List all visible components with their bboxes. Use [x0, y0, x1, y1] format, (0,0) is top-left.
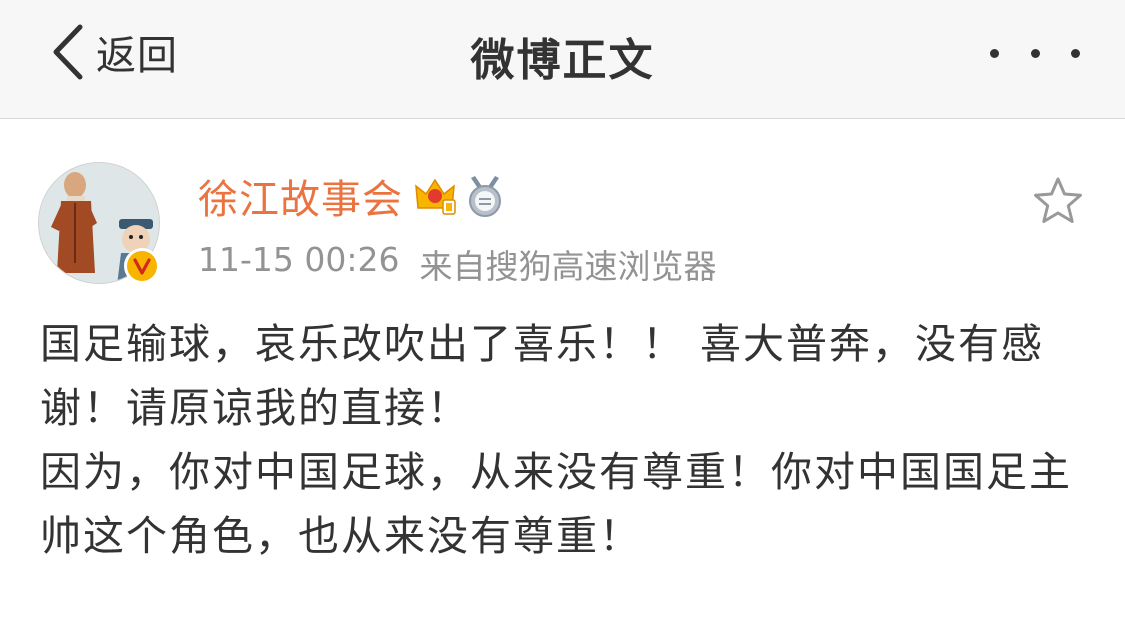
top-navigation-bar: 返回 微博正文	[0, 0, 1125, 119]
answer-medal-icon[interactable]	[465, 174, 505, 218]
post-content: 国足输球，哀乐改吹出了喜乐！！ 喜大普奔，没有感谢！请原谅我的直接！ 因为，你对…	[40, 312, 1090, 568]
star-outline-icon[interactable]	[1032, 176, 1084, 226]
post-meta: 11-15 00:26 来自搜狗高速浏览器	[198, 240, 716, 288]
more-dot	[990, 48, 999, 58]
username[interactable]: 徐江故事会	[198, 167, 403, 225]
more-dots-icon[interactable]	[990, 38, 1080, 68]
avatar[interactable]	[38, 162, 160, 284]
post-time: 11-15 00:26	[198, 240, 400, 279]
post-source: 来自搜狗高速浏览器	[419, 247, 717, 286]
vip-crown-icon[interactable]	[413, 174, 457, 218]
post-paragraph: 国足输球，哀乐改吹出了喜乐！！ 喜大普奔，没有感谢！请原谅我的直接！	[40, 320, 1045, 432]
page-title: 微博正文	[470, 35, 655, 86]
username-row: 徐江故事会	[198, 168, 505, 224]
post-paragraph: 因为，你对中国足球，从来没有尊重！你对中国国足主帅这个角色，也从来没有尊重！	[40, 448, 1072, 560]
verified-v-badge-icon	[124, 248, 160, 284]
more-dot	[1071, 48, 1080, 58]
more-dot	[1030, 48, 1040, 58]
